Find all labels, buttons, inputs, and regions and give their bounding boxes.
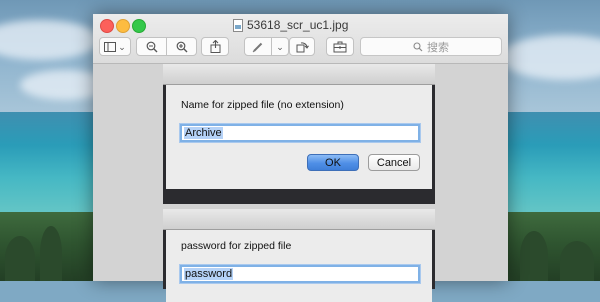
pen-icon xyxy=(252,42,263,52)
wallpaper-tree xyxy=(560,241,594,281)
window-title: 53618_scr_uc1.jpg xyxy=(233,17,348,33)
password-prompt: password for zipped file xyxy=(181,240,292,252)
password-input[interactable]: password xyxy=(180,265,420,283)
toolbox-icon xyxy=(333,41,347,52)
zoom-out-icon xyxy=(146,41,157,52)
zoom-in-button[interactable] xyxy=(166,38,196,55)
chevron-down-icon: ⌄ xyxy=(276,41,284,52)
zoom-controls xyxy=(136,37,197,56)
share-button[interactable] xyxy=(201,37,229,56)
zip-name-dialog: Name for zipped file (no extension) Arch… xyxy=(166,85,432,189)
window-titlebar: 53618_scr_uc1.jpg ⌄ ⌄ 搜索 xyxy=(93,14,508,64)
sidebar-icon xyxy=(104,41,117,52)
document-icon xyxy=(233,18,243,32)
password-dialog: password for zipped file password xyxy=(166,230,432,302)
sheet-header xyxy=(163,209,435,230)
zoom-in-icon xyxy=(176,41,187,52)
preview-window: 53618_scr_uc1.jpg ⌄ ⌄ 搜索 Name for zipped… xyxy=(93,14,508,302)
wallpaper-tree xyxy=(40,226,62,281)
rotate-button[interactable] xyxy=(289,37,315,56)
wallpaper-tree xyxy=(520,231,548,281)
toolbox-button[interactable] xyxy=(326,37,354,56)
search-icon xyxy=(413,41,423,51)
markup-menu-button[interactable]: ⌄ xyxy=(271,38,288,55)
markup-button[interactable] xyxy=(245,38,271,55)
cancel-button[interactable]: Cancel xyxy=(368,154,420,171)
screenshot-zip-name: Name for zipped file (no extension) Arch… xyxy=(163,64,435,204)
zip-name-prompt: Name for zipped file (no extension) xyxy=(181,99,344,111)
screenshot-password: password for zipped file password xyxy=(163,209,435,302)
zip-name-input-value: Archive xyxy=(184,127,223,139)
search-placeholder: 搜索 xyxy=(427,41,449,54)
maximize-button[interactable] xyxy=(132,19,146,33)
search-field[interactable]: 搜索 xyxy=(360,37,502,56)
sidebar-button[interactable]: ⌄ xyxy=(99,37,131,56)
close-button[interactable] xyxy=(100,19,114,33)
chevron-down-icon: ⌄ xyxy=(118,41,126,52)
rotate-icon xyxy=(296,42,309,53)
sheet-header xyxy=(163,64,435,85)
password-input-value: password xyxy=(184,268,234,280)
zip-name-input[interactable]: Archive xyxy=(180,124,420,142)
document-canvas: Name for zipped file (no extension) Arch… xyxy=(93,64,508,302)
share-icon xyxy=(210,40,220,53)
wallpaper-tree xyxy=(5,236,35,281)
markup-controls: ⌄ xyxy=(244,37,289,56)
ok-button[interactable]: OK xyxy=(307,154,359,171)
zoom-out-button[interactable] xyxy=(137,38,166,55)
minimize-button[interactable] xyxy=(116,19,130,33)
window-title-text: 53618_scr_uc1.jpg xyxy=(247,18,349,32)
